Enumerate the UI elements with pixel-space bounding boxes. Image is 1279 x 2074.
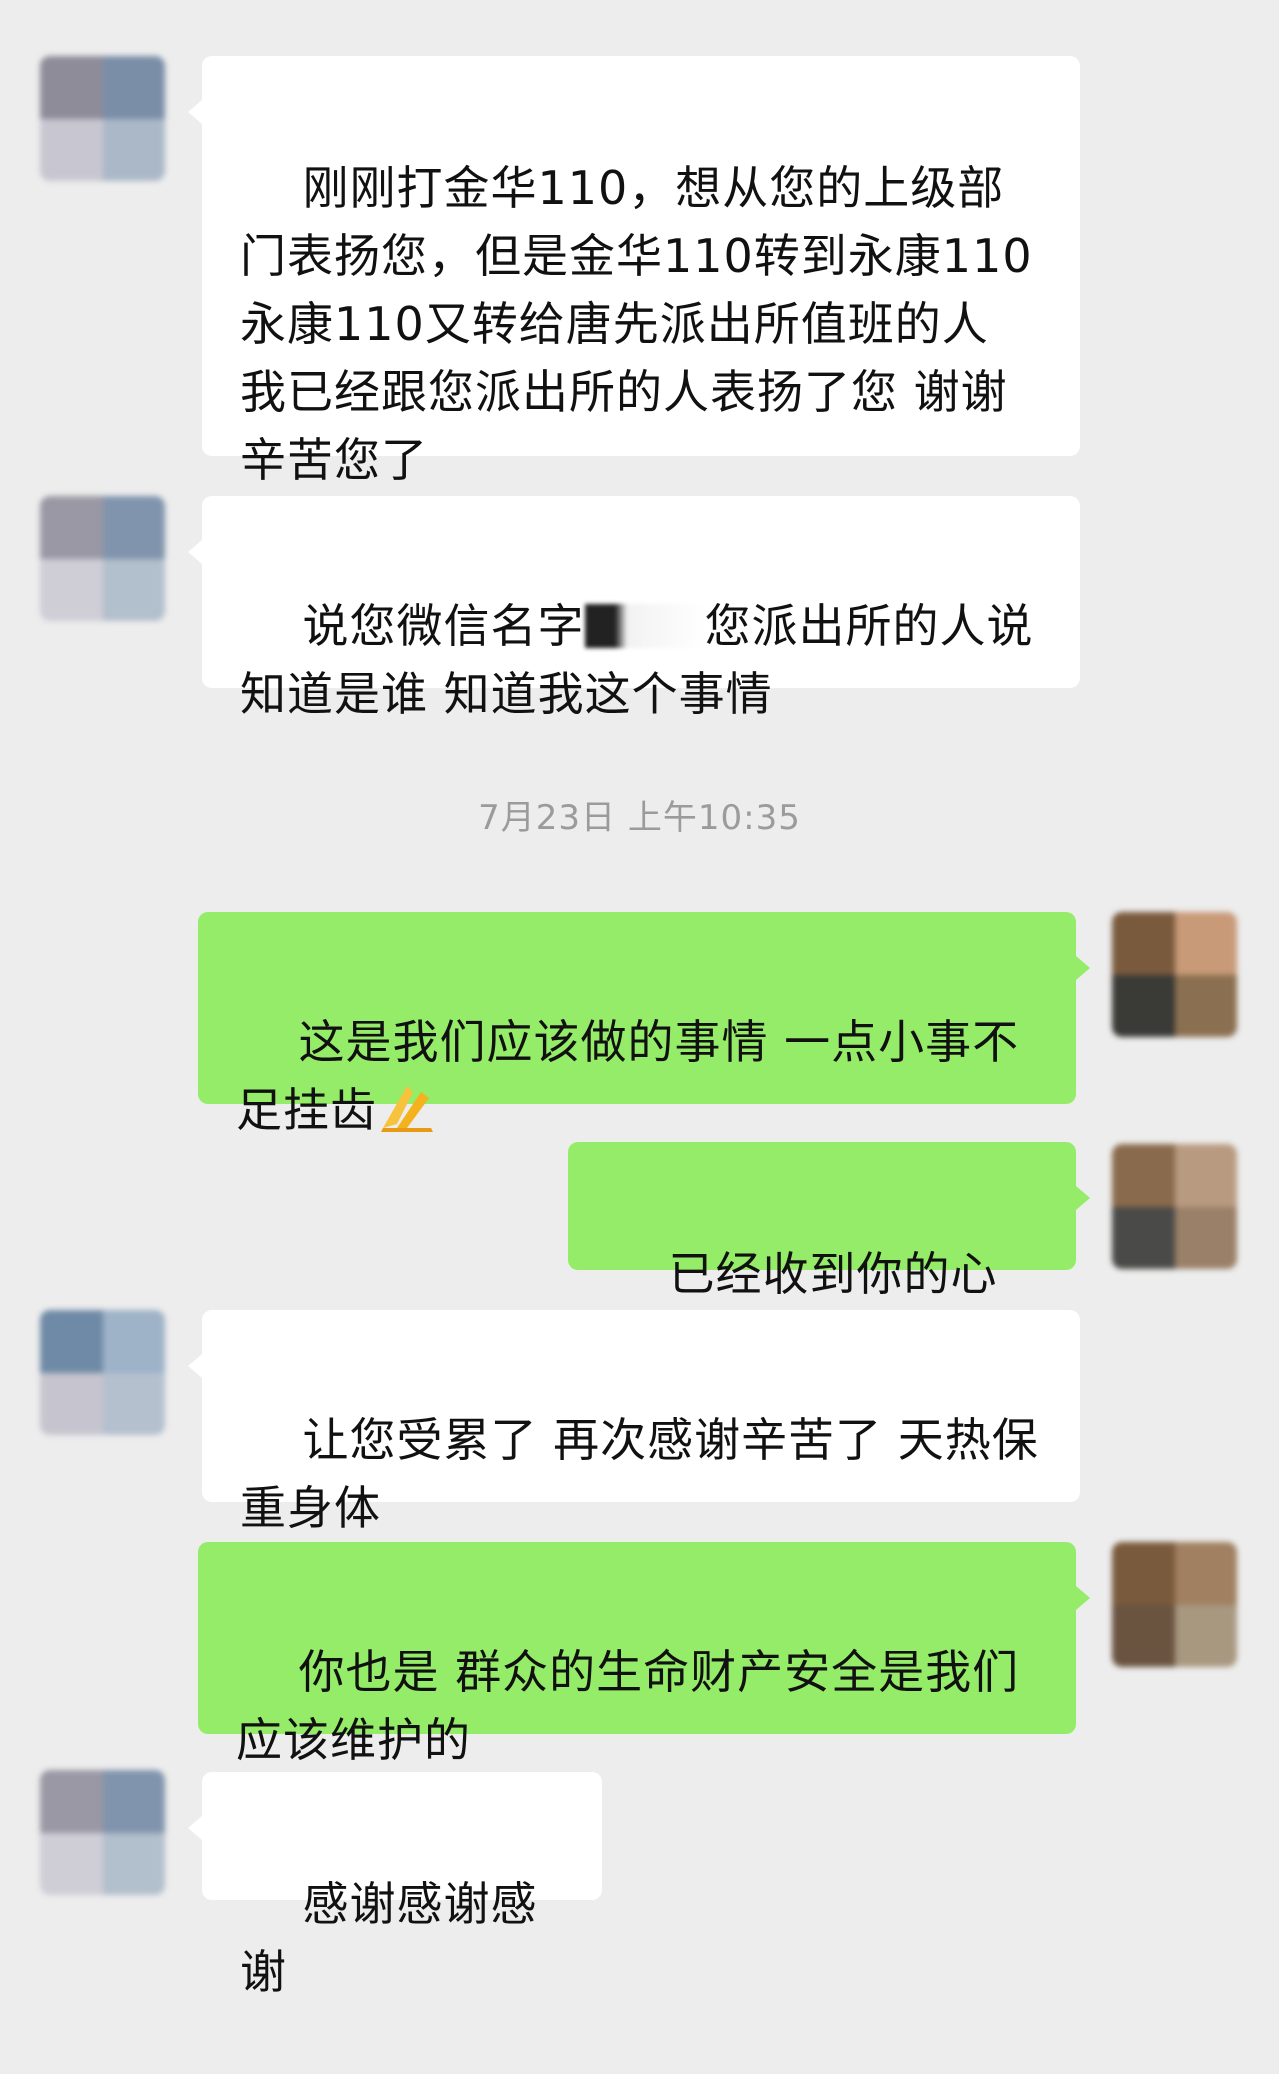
- self-avatar[interactable]: [1112, 1144, 1237, 1269]
- message-text: 说您微信名字: [302, 599, 585, 653]
- message-text: 刚刚打金华110，想从您的上级部门表扬您，但是金华110转到永康110 永康11…: [240, 161, 1049, 487]
- outgoing-message-bubble[interactable]: 这是我们应该做的事情 一点小事不足挂齿: [198, 912, 1090, 1137]
- incoming-message-bubble[interactable]: 让您受累了 再次感谢辛苦了 天热保重身体: [188, 1310, 1080, 1535]
- incoming-message-bubble[interactable]: 感谢感谢感谢: [188, 1772, 602, 1999]
- message-text: 你也是 群众的生命财产安全是我们应该维护的: [236, 1645, 1020, 1767]
- timestamp: 7月23日 上午10:35: [478, 798, 801, 838]
- contact-avatar[interactable]: [40, 56, 165, 181]
- outgoing-message-bubble[interactable]: 你也是 群众的生命财产安全是我们应该维护的: [198, 1542, 1090, 1767]
- redacted-name: [584, 604, 705, 648]
- contact-avatar[interactable]: [40, 496, 165, 621]
- chat-window: 刚刚打金华110，想从您的上级部门表扬您，但是金华110转到永康110 永康11…: [0, 0, 1279, 1999]
- self-avatar[interactable]: [1112, 1542, 1237, 1667]
- message-text: 感谢感谢感谢: [240, 1877, 538, 1999]
- message-text: 这是我们应该做的事情 一点小事不足挂齿: [236, 1015, 1020, 1137]
- self-avatar[interactable]: [1112, 912, 1237, 1037]
- message-text: 让您受累了 再次感谢辛苦了 天热保重身体: [240, 1413, 1039, 1535]
- contact-avatar[interactable]: [40, 1770, 165, 1895]
- incoming-message-bubble[interactable]: 刚刚打金华110，想从您的上级部门表扬您，但是金华110转到永康110 永康11…: [188, 56, 1080, 487]
- contact-avatar[interactable]: [40, 1310, 165, 1435]
- outgoing-message-bubble[interactable]: 已经收到你的心意: [568, 1142, 1090, 1369]
- folded-hands-emoji: [381, 1086, 433, 1132]
- incoming-message-bubble[interactable]: 说您微信名字 您派出所的人说知道是谁 知道我这个事情: [188, 496, 1080, 721]
